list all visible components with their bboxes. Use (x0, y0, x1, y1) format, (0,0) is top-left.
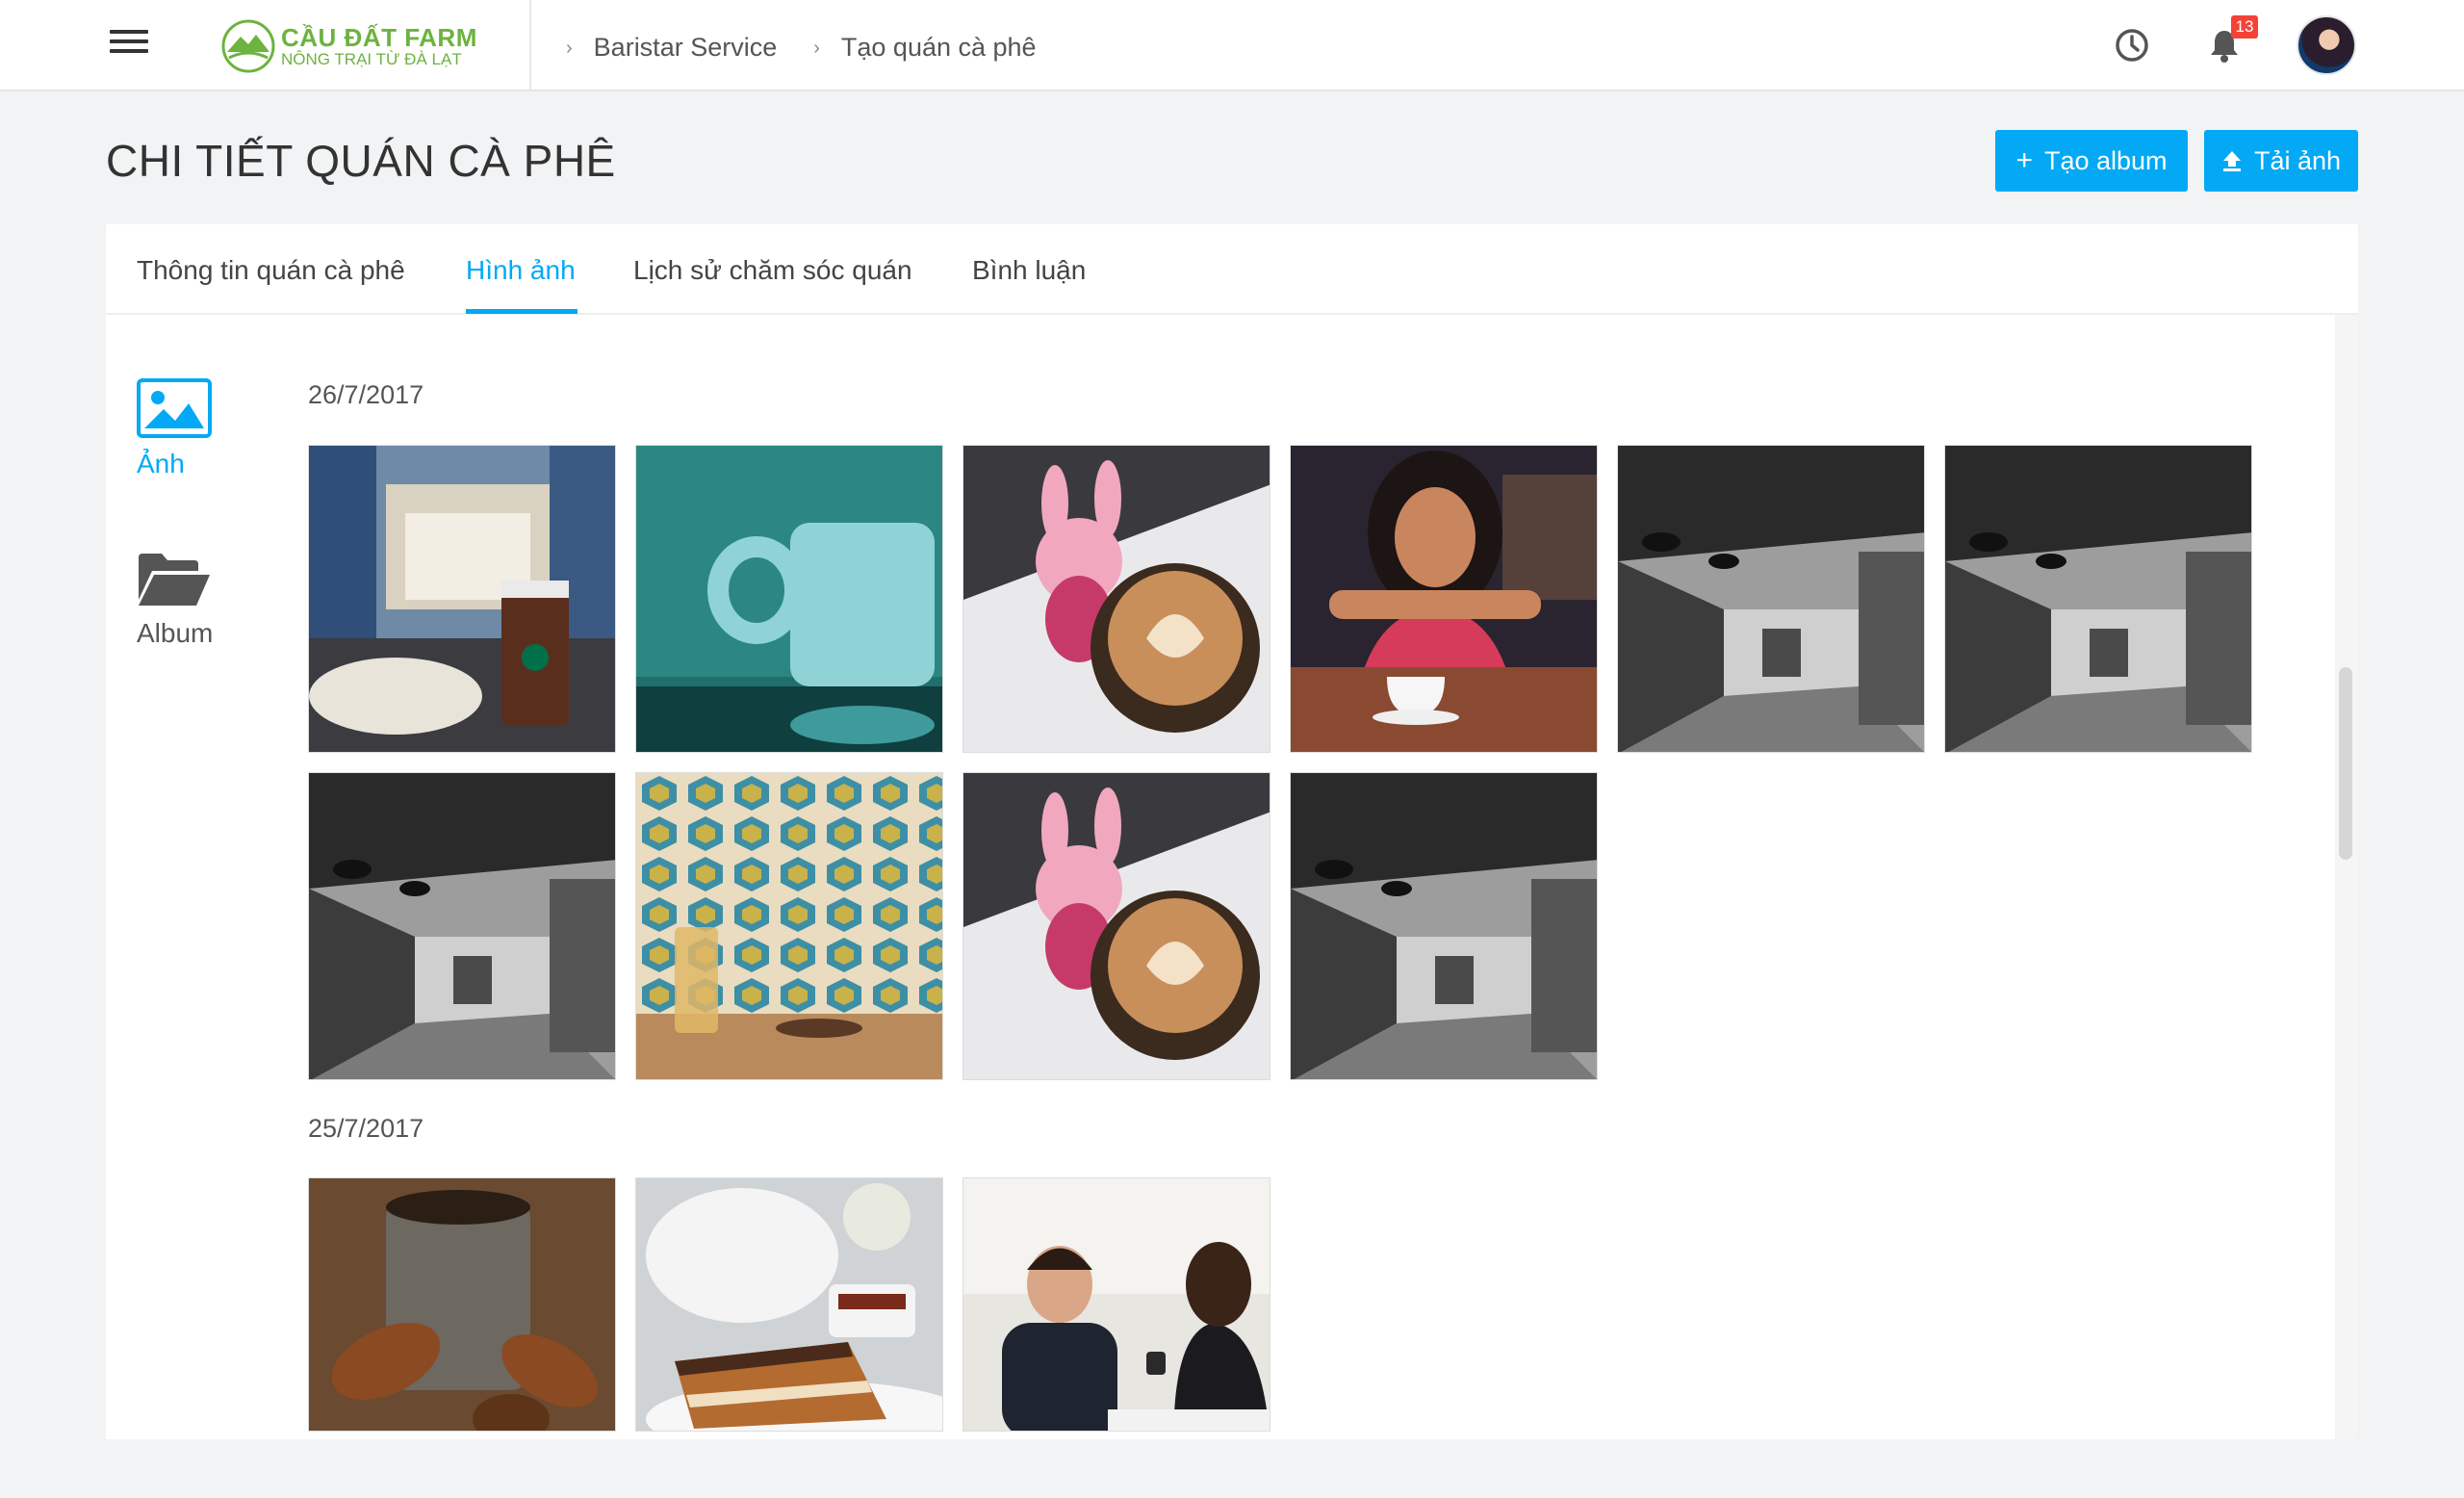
logo-title: CẦU ĐẤT FARM (281, 23, 477, 52)
user-avatar[interactable] (2297, 15, 2356, 75)
chevron-right-icon: › (566, 38, 573, 59)
sidebar-album-label: Album (137, 618, 214, 648)
photo-thumbnail-couple-cafe[interactable] (962, 1177, 1270, 1432)
scrollbar-thumb[interactable] (2339, 667, 2352, 860)
upload-photo-button[interactable]: Tải ảnh (2204, 130, 2358, 192)
hamburger-menu-icon[interactable] (110, 30, 148, 61)
image-icon (137, 378, 212, 438)
photo-thumbnail-woman-coffee[interactable] (1290, 445, 1598, 753)
photo-thumbnail-teal-cup[interactable] (635, 445, 943, 753)
photo-thumbnail-piglet-latte[interactable] (962, 772, 1270, 1080)
gallery-date: 26/7/2017 (308, 380, 424, 409)
sidebar-photos-label: Ảnh (137, 449, 185, 478)
clock-icon[interactable] (2112, 25, 2152, 65)
upload-icon (2222, 151, 2241, 171)
breadcrumb: › Baristar Service › Tạo quán cà phê (566, 33, 1073, 63)
vertical-scrollbar[interactable] (2335, 315, 2358, 1439)
tab-comments[interactable]: Bình luận (972, 255, 1086, 286)
photo-thumbnail-piglet-latte[interactable] (962, 445, 1270, 753)
photo-thumbnail-teapot-cake[interactable] (635, 1177, 943, 1432)
tab-cafe-info[interactable]: Thông tin quán cà phê (137, 255, 405, 286)
plus-icon: + (2015, 144, 2033, 176)
folder-open-icon (139, 554, 210, 606)
logo-subtitle: NÔNG TRẠI TỪ ĐÀ LẠT (281, 50, 462, 68)
gallery-date: 25/7/2017 (308, 1114, 424, 1143)
photo-thumbnail-bw-cafe-interior[interactable] (1290, 772, 1598, 1080)
create-album-label: Tạo album (2043, 145, 2168, 175)
page-title: CHI TIẾT QUÁN CÀ PHÊ (106, 136, 616, 186)
sidebar-item-album[interactable]: Album (137, 552, 223, 649)
tab-care-history[interactable]: Lịch sử chăm sóc quán (633, 255, 912, 286)
photo-thumbnail-bw-cafe-interior[interactable] (308, 772, 616, 1080)
cafe-detail-card: Thông tin quán cà phê Hình ảnh Lịch sử c… (106, 224, 2358, 1439)
photo-thumbnail-bw-cafe-interior[interactable] (1617, 445, 1925, 753)
photo-thumbnail-tea-pinecones[interactable] (308, 1177, 616, 1432)
breadcrumb-item-service[interactable]: Baristar Service (594, 33, 778, 62)
breadcrumb-item-create-cafe[interactable]: Tạo quán cà phê (841, 33, 1037, 62)
farm-logo-icon (221, 19, 275, 73)
active-tab-indicator (466, 309, 578, 314)
header-divider (529, 0, 531, 91)
chevron-right-icon: › (813, 38, 820, 59)
logo[interactable]: CẦU ĐẤT FARM NÔNG TRẠI TỪ ĐÀ LẠT (221, 19, 476, 73)
notification-badge: 13 (2231, 15, 2258, 39)
photo-thumbnail-bw-cafe-interior[interactable] (1944, 445, 2252, 753)
tab-images[interactable]: Hình ảnh (466, 255, 576, 286)
sidebar-item-photos[interactable]: Ảnh (137, 378, 223, 479)
upload-photo-label: Tải ảnh (2253, 145, 2342, 175)
create-album-button[interactable]: + Tạo album (1995, 130, 2188, 192)
top-header: CẦU ĐẤT FARM NÔNG TRẠI TỪ ĐÀ LẠT › Barist… (0, 0, 2464, 91)
photo-thumbnail-hexagon-tiles[interactable] (635, 772, 943, 1080)
tab-bar: Thông tin quán cà phê Hình ảnh Lịch sử c… (106, 224, 2358, 315)
photo-thumbnail-starbucks-breakfast[interactable] (308, 445, 616, 753)
